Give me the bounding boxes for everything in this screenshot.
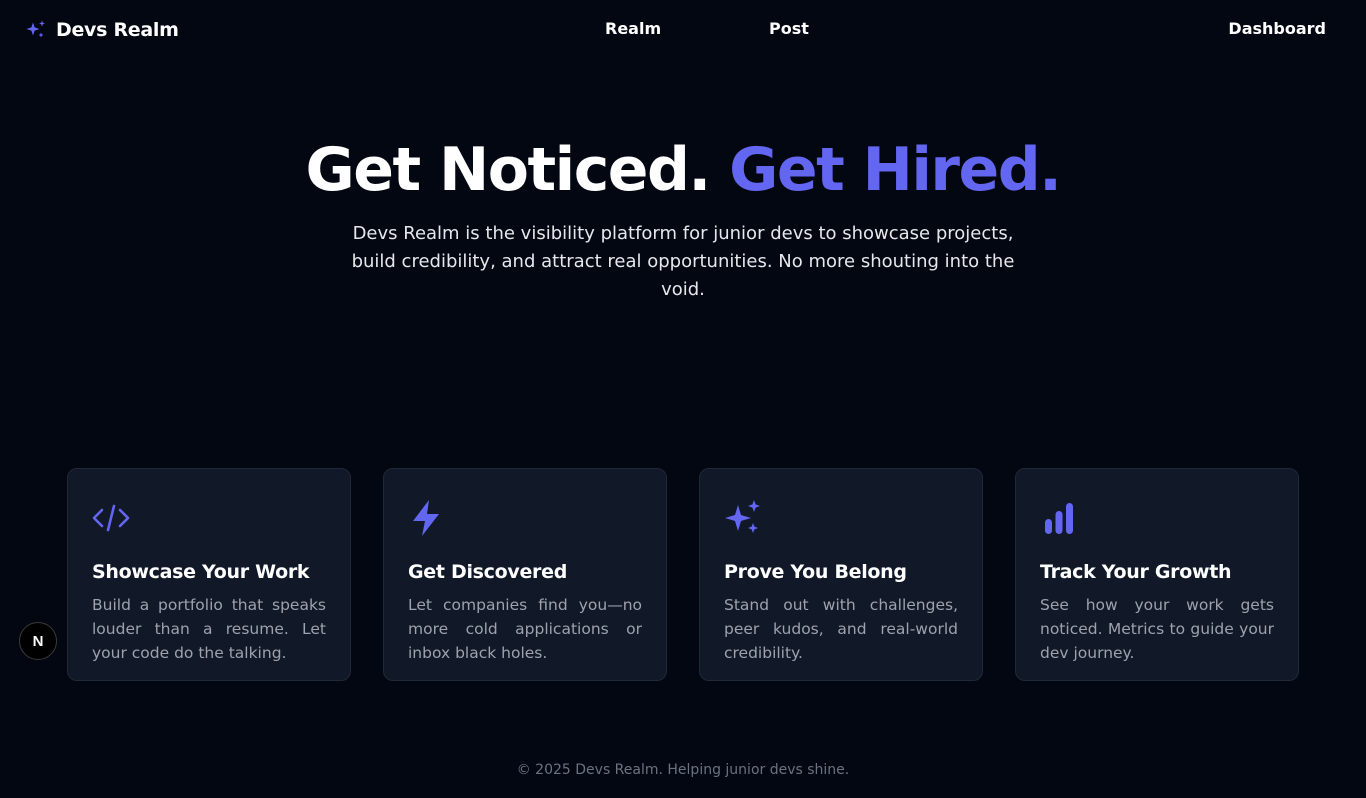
code-icon [92, 504, 130, 532]
dev-tools-badge[interactable]: N [19, 622, 57, 660]
lightning-icon [413, 500, 439, 536]
bar-chart-icon [1045, 503, 1073, 534]
nav-link-post[interactable]: Post [769, 19, 809, 38]
feature-card-belong: Prove You Belong Stand out with challeng… [699, 468, 983, 681]
feature-card-discovered: Get Discovered Let companies find you—no… [383, 468, 667, 681]
feature-card-showcase: Showcase Your Work Build a portfolio tha… [67, 468, 351, 681]
brand-name: Devs Realm [56, 19, 179, 41]
landing-page: Devs Realm Realm Post Dashboard Get Noti… [0, 0, 1366, 798]
hero-title-main: Get Noticed. [305, 135, 712, 205]
feature-title: Showcase Your Work [92, 561, 310, 583]
hero-subtitle: Devs Realm is the visibility platform fo… [351, 223, 1015, 300]
feature-card-growth: Track Your Growth See how your work gets… [1015, 468, 1299, 681]
feature-title: Get Discovered [408, 561, 568, 583]
feature-description: Stand out with challenges, peer kudos, a… [724, 596, 958, 662]
nav-link-dashboard[interactable]: Dashboard [1228, 19, 1326, 38]
feature-description: See how your work gets noticed. Metrics … [1040, 596, 1274, 662]
hero-title-accent: Get Hired. [729, 135, 1062, 205]
sparkles-icon [725, 500, 760, 533]
feature-description: Let companies find you—no more cold appl… [408, 596, 642, 662]
nav-link-realm[interactable]: Realm [605, 19, 661, 38]
feature-title: Track Your Growth [1040, 561, 1232, 583]
feature-title: Prove You Belong [724, 561, 907, 583]
brand-link[interactable]: Devs Realm [24, 18, 179, 42]
hero-title: Get Noticed. Get Hired. [0, 134, 1366, 206]
feature-description: Build a portfolio that speaks louder tha… [92, 596, 326, 662]
sparkles-icon [26, 20, 45, 38]
footer-text: © 2025 Devs Realm. Helping junior devs s… [516, 762, 850, 778]
navbar: Devs Realm Realm Post Dashboard [0, 0, 1366, 60]
